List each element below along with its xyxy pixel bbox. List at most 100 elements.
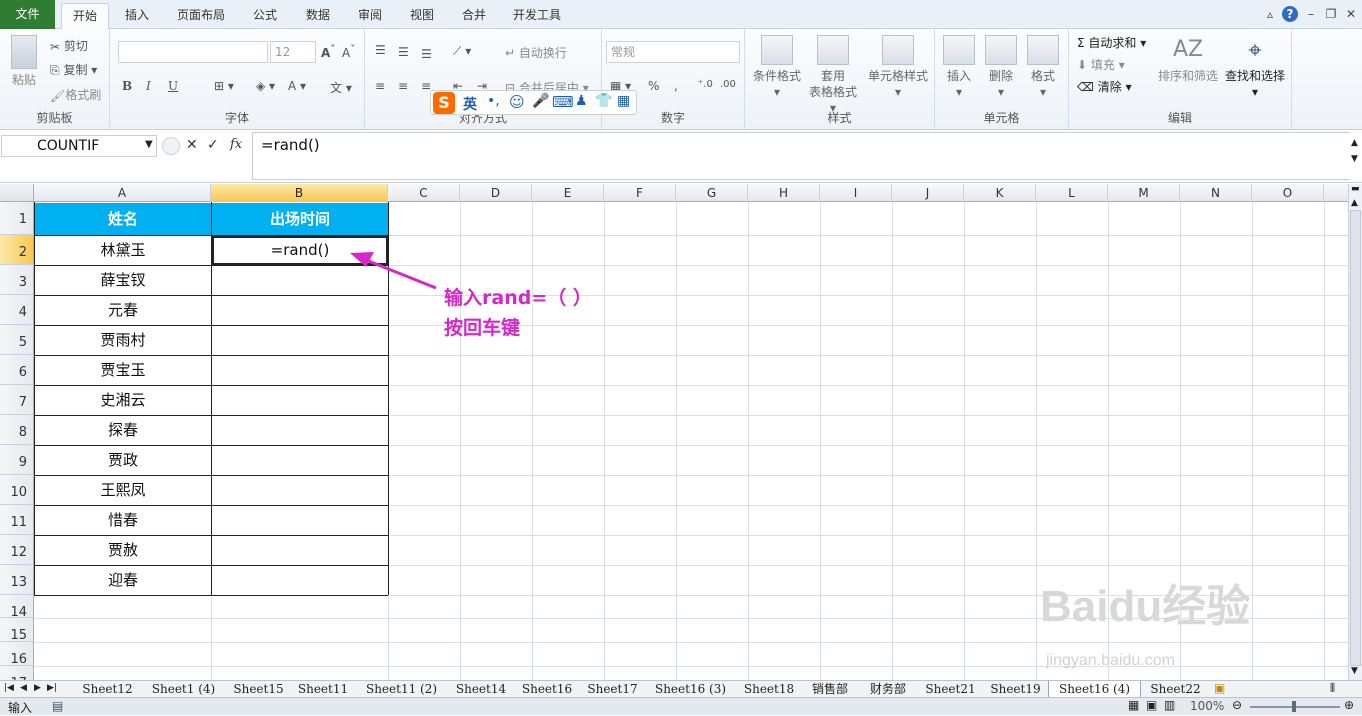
- copy-button[interactable]: ⎘ 复制 ▾: [50, 61, 97, 78]
- cell-styles-button[interactable]: 单元格样式 ▾: [863, 35, 933, 100]
- cell-a3[interactable]: 薛宝钗: [35, 266, 211, 295]
- cell-a10[interactable]: 王熙凤: [35, 476, 211, 505]
- sheet-tab[interactable]: Sheet16: [514, 681, 580, 698]
- font-size-combo[interactable]: 12: [270, 41, 316, 63]
- prev-sheet-icon[interactable]: ◀: [20, 683, 27, 693]
- sheet-tab[interactable]: Sheet18: [736, 681, 802, 698]
- sheet-tab[interactable]: Sheet14: [448, 681, 514, 698]
- phonetic-icon[interactable]: 文 ▾: [330, 79, 352, 96]
- minimize-icon[interactable]: –: [1303, 6, 1319, 22]
- cell-b5[interactable]: [212, 326, 388, 355]
- cell-a1-header[interactable]: 姓名: [35, 203, 211, 235]
- formula-input-box[interactable]: [252, 132, 1350, 180]
- insert-cells-button[interactable]: 插入 ▾: [939, 35, 979, 100]
- select-all-corner[interactable]: [0, 184, 34, 202]
- shrink-font-icon[interactable]: A˅: [342, 44, 355, 60]
- align-middle-icon[interactable]: ☰: [398, 45, 409, 59]
- toolbox-grid-icon[interactable]: ▦: [617, 93, 630, 109]
- sheet-tab[interactable]: Sheet17: [580, 681, 645, 698]
- align-bottom-icon[interactable]: ☰: [421, 47, 432, 61]
- cell-b13[interactable]: [212, 566, 388, 595]
- cell-a7[interactable]: 史湘云: [35, 386, 211, 415]
- tab-file[interactable]: 文件: [0, 0, 55, 29]
- collapse-ribbon-icon[interactable]: ▵: [1262, 6, 1278, 22]
- tab-split-handle[interactable]: ⫴: [1330, 681, 1335, 696]
- tab-formulas[interactable]: 公式: [243, 3, 287, 29]
- bold-button[interactable]: B: [122, 79, 132, 93]
- cell-a4[interactable]: 元春: [35, 296, 211, 325]
- cell-b10[interactable]: [212, 476, 388, 505]
- emoji-icon[interactable]: ☺: [509, 93, 525, 111]
- tab-view[interactable]: 视图: [400, 3, 444, 29]
- cell-a13[interactable]: 迎春: [35, 566, 211, 595]
- clear-button[interactable]: ⌫ 清除 ▾: [1077, 78, 1132, 95]
- sort-filter-button[interactable]: AZ 排序和筛选: [1157, 35, 1219, 84]
- cell-a2[interactable]: 林黛玉: [35, 236, 211, 265]
- font-color-icon[interactable]: A ▾: [288, 79, 306, 93]
- tab-insert[interactable]: 插入: [115, 3, 159, 29]
- delete-cells-button[interactable]: 删除 ▾: [981, 35, 1021, 100]
- sheet-tab[interactable]: Sheet22: [1141, 681, 1210, 698]
- sheet-tab[interactable]: 销售部: [802, 681, 858, 698]
- sheet-tab[interactable]: Sheet11: [291, 681, 355, 698]
- scroll-thumb[interactable]: [1350, 210, 1361, 666]
- cell-a5[interactable]: 贾雨村: [35, 326, 211, 355]
- page-layout-view-icon[interactable]: ▣: [1146, 698, 1157, 712]
- conditional-format-button[interactable]: 条件格式 ▾: [749, 35, 805, 100]
- format-cells-button[interactable]: 格式 ▾: [1023, 35, 1063, 100]
- cell-b7[interactable]: [212, 386, 388, 415]
- vertical-scrollbar[interactable]: ▬ ▲ ▼: [1348, 184, 1362, 680]
- number-format-combo[interactable]: 常规: [606, 41, 740, 63]
- cell-b12[interactable]: [212, 536, 388, 565]
- font-name-combo[interactable]: [118, 41, 268, 63]
- first-sheet-icon[interactable]: |◀: [4, 683, 14, 693]
- decrease-decimal-icon[interactable]: .00: [720, 79, 736, 90]
- cell-b4[interactable]: [212, 296, 388, 325]
- zoom-out-icon[interactable]: ⊖: [1232, 698, 1242, 712]
- insert-function-icon[interactable]: fx: [230, 137, 242, 152]
- increase-decimal-icon[interactable]: ⁺.0: [698, 79, 713, 90]
- microphone-icon[interactable]: 🎤: [532, 93, 549, 109]
- skin-shirt-icon[interactable]: 👕: [595, 93, 612, 109]
- cell-a6[interactable]: 贾宝玉: [35, 356, 211, 385]
- cell-a8[interactable]: 探春: [35, 416, 211, 445]
- cell-b8[interactable]: [212, 416, 388, 445]
- name-box[interactable]: COUNTIF: [1, 135, 157, 157]
- enter-check-icon[interactable]: ✓: [207, 137, 219, 153]
- sheet-tab[interactable]: Sheet16 (3): [645, 681, 736, 698]
- tab-review[interactable]: 审阅: [348, 3, 392, 29]
- cell-b6[interactable]: [212, 356, 388, 385]
- format-as-table-button[interactable]: 套用 表格格式 ▾: [805, 35, 861, 116]
- sheet-tab[interactable]: Sheet15: [226, 681, 291, 698]
- zoom-level[interactable]: 100%: [1190, 699, 1224, 713]
- italic-button[interactable]: I: [146, 79, 151, 93]
- wrap-text-button[interactable]: ↵ 自动换行: [505, 44, 567, 61]
- find-select-button[interactable]: ⌖ 查找和选择 ▾: [1223, 35, 1287, 100]
- formula-bar-toggle[interactable]: [162, 137, 180, 155]
- cut-button[interactable]: ✂ 剪切: [50, 37, 88, 54]
- ime-language-toggle[interactable]: 英: [463, 94, 477, 114]
- sheet-tab[interactable]: Sheet16 (4): [1048, 681, 1141, 698]
- fill-color-icon[interactable]: ◈ ▾: [256, 79, 275, 93]
- align-top-icon[interactable]: ☰: [375, 43, 386, 57]
- next-sheet-icon[interactable]: ▶: [34, 683, 41, 693]
- close-icon[interactable]: ✕: [1343, 6, 1359, 22]
- autosum-button[interactable]: Σ 自动求和 ▾: [1077, 34, 1146, 51]
- user-icon[interactable]: ♟: [575, 93, 588, 109]
- align-left-icon[interactable]: ≡: [375, 79, 385, 93]
- orientation-icon[interactable]: ⟋ ▾: [453, 44, 471, 59]
- cell-b9[interactable]: [212, 446, 388, 475]
- scroll-down-icon[interactable]: ▼: [1351, 666, 1358, 676]
- cell-a11[interactable]: 惜春: [35, 506, 211, 535]
- new-sheet-icon[interactable]: ▣: [1214, 681, 1225, 695]
- grow-font-icon[interactable]: A˄: [321, 44, 335, 60]
- scroll-split-icon[interactable]: ▬: [1351, 184, 1360, 194]
- help-icon[interactable]: ?: [1282, 6, 1298, 22]
- restore-icon[interactable]: ❐: [1323, 6, 1339, 22]
- cell-a9[interactable]: 贾政: [35, 446, 211, 475]
- sheet-tab[interactable]: Sheet19: [983, 681, 1048, 698]
- tab-home[interactable]: 开始: [61, 3, 109, 29]
- cancel-icon[interactable]: ✕: [186, 137, 198, 153]
- format-painter-button[interactable]: 🖌格式刷: [50, 86, 101, 103]
- align-center-icon[interactable]: ≡: [398, 79, 408, 93]
